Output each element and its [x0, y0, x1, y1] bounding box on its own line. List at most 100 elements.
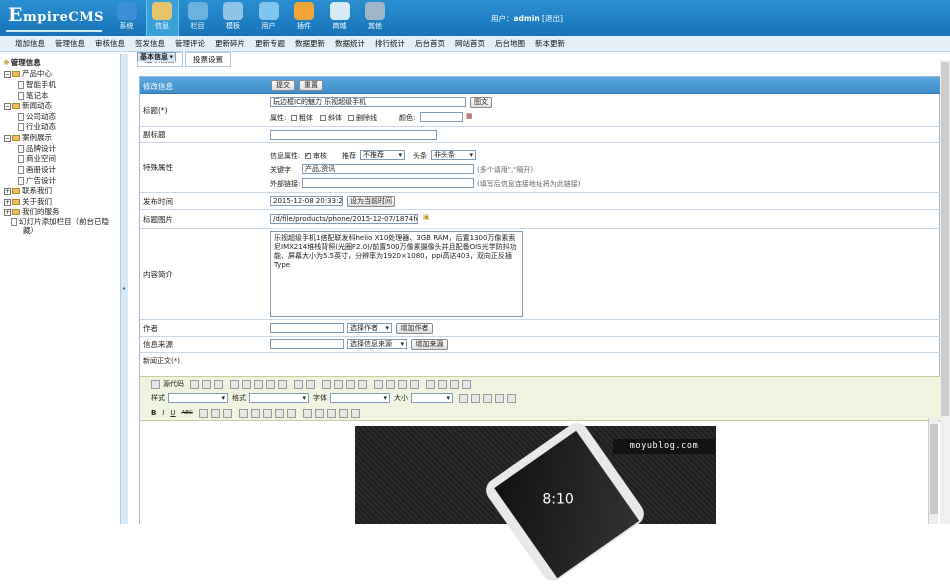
preview-icon[interactable]: [214, 379, 223, 389]
collapse-icon[interactable]: −: [4, 134, 11, 142]
copy-icon[interactable]: [242, 379, 251, 389]
underline-button[interactable]: U: [170, 409, 175, 417]
special-char-icon[interactable]: [338, 408, 348, 418]
paste-icon[interactable]: [254, 379, 263, 389]
add-author-button[interactable]: 增加作者: [396, 323, 433, 334]
choose-image-icon[interactable]: ▣: [423, 213, 430, 221]
expand-icon[interactable]: +: [4, 198, 11, 206]
tree-root[interactable]: ❖管理信息: [3, 58, 41, 68]
nav-folder[interactable]: 栏目: [181, 0, 214, 36]
outlink-input[interactable]: [302, 178, 474, 188]
paste-word-icon[interactable]: [278, 379, 287, 389]
style-select[interactable]: [168, 393, 228, 403]
collapse-icon[interactable]: −: [4, 102, 11, 110]
anchor-icon[interactable]: [222, 408, 232, 418]
select-all-icon[interactable]: [346, 379, 355, 389]
table-icon[interactable]: [302, 408, 312, 418]
expand-icon[interactable]: +: [4, 208, 11, 216]
smiley-icon[interactable]: [326, 408, 336, 418]
remove-format-icon[interactable]: [358, 379, 367, 389]
subnav-item[interactable]: 网站首页: [455, 36, 485, 51]
tree-folder[interactable]: + 我们的服务: [4, 207, 60, 217]
tree-leaf[interactable]: 智能手机: [18, 80, 56, 90]
align-center-icon[interactable]: [386, 379, 395, 389]
color-input[interactable]: [420, 112, 463, 122]
image-icon[interactable]: [238, 408, 248, 418]
subtitle-input[interactable]: [270, 130, 437, 140]
size-select[interactable]: [411, 393, 453, 403]
check-checkbox[interactable]: [305, 151, 311, 159]
collapse-arrow-icon[interactable]: ◂: [122, 285, 125, 292]
nav-shop[interactable]: 商城: [323, 0, 356, 36]
align-justify-icon[interactable]: [410, 379, 419, 389]
save-icon[interactable]: [190, 379, 199, 389]
sidebar-splitter[interactable]: ◂: [120, 54, 128, 524]
color-picker-icon[interactable]: ▦: [466, 112, 473, 120]
headline-select[interactable]: 非头条: [431, 150, 476, 160]
tree-leaf[interactable]: 品牌设计: [18, 144, 56, 154]
replace-icon[interactable]: [334, 379, 343, 389]
source-code-button[interactable]: 源代码: [163, 379, 184, 389]
author-input[interactable]: [270, 323, 344, 333]
link-icon[interactable]: [198, 408, 208, 418]
strike-button[interactable]: ABC: [182, 410, 193, 416]
font-select[interactable]: [330, 393, 390, 403]
source-select[interactable]: 选择信息来源: [347, 339, 407, 349]
tree-leaf[interactable]: 笔记本: [18, 91, 49, 101]
tree-folder[interactable]: − 新闻动态: [4, 101, 52, 111]
align-right-icon[interactable]: [398, 379, 407, 389]
new-page-icon[interactable]: [202, 379, 211, 389]
nav-template[interactable]: 模板: [217, 0, 250, 36]
page-scrollbar[interactable]: [940, 60, 950, 524]
subnav-item[interactable]: 管理评论: [175, 36, 205, 51]
subnav-item[interactable]: 更新专题: [255, 36, 285, 51]
editor-content[interactable]: 8:10 moyublog.com: [140, 418, 941, 586]
tab-basic-info[interactable]: 基本信息: [137, 52, 176, 62]
source-input[interactable]: [270, 339, 344, 349]
tree-leaf[interactable]: 商业空间: [18, 154, 56, 164]
subnav-item[interactable]: 数据统计: [335, 36, 365, 51]
subnav-item[interactable]: 审核信息: [95, 36, 125, 51]
set-current-time-button[interactable]: 设为当前时间: [347, 196, 395, 207]
find-icon[interactable]: [322, 379, 331, 389]
recommend-select[interactable]: 不推荐: [360, 150, 405, 160]
superscript-icon[interactable]: [507, 393, 516, 403]
expand-icon[interactable]: +: [4, 187, 11, 195]
tree-leaf[interactable]: 广告设计: [18, 176, 56, 186]
media-icon[interactable]: [262, 408, 272, 418]
hr-icon[interactable]: [314, 408, 324, 418]
tree-leaf[interactable]: 画册设计: [18, 165, 56, 175]
format-select[interactable]: [249, 393, 309, 403]
title-pic-button[interactable]: 图文: [470, 97, 492, 108]
nav-gear[interactable]: 其他: [359, 0, 392, 36]
subnav-item[interactable]: 后台首页: [415, 36, 445, 51]
unordered-list-icon[interactable]: [462, 379, 471, 389]
reset-button[interactable]: 重置: [299, 80, 323, 91]
bg-color-icon[interactable]: [471, 393, 480, 403]
tree-leaf[interactable]: 公司动态: [18, 112, 56, 122]
nav-plugin[interactable]: 插件: [288, 0, 321, 36]
subnav-item[interactable]: 增加信息: [15, 36, 45, 51]
music-icon[interactable]: [286, 408, 296, 418]
collapse-icon[interactable]: −: [4, 70, 11, 78]
add-source-button[interactable]: 增加来源: [411, 339, 448, 350]
submit-button[interactable]: 提交: [271, 80, 295, 91]
tree-folder[interactable]: + 关于我们: [4, 197, 52, 207]
editor-scrollbar[interactable]: [928, 418, 938, 524]
subnav-item[interactable]: 排行统计: [375, 36, 405, 51]
tree-folder[interactable]: − 案例展示: [4, 133, 52, 143]
italic-button[interactable]: I: [162, 409, 164, 417]
bold-button[interactable]: B: [151, 409, 156, 417]
publish-time-input[interactable]: 2015-12-08 20:33:22: [270, 196, 343, 206]
italic-checkbox[interactable]: [320, 115, 326, 121]
paste-text-icon[interactable]: [266, 379, 275, 389]
file-icon[interactable]: [274, 408, 284, 418]
subscript-icon[interactable]: [495, 393, 504, 403]
tree-leaf[interactable]: 藏）: [23, 226, 38, 236]
intro-textarea[interactable]: 乐视超级手机1搭配联发科helio X10处理器、3GB RAM，后置1300万…: [270, 231, 523, 317]
subnav-item[interactable]: 数据更新: [295, 36, 325, 51]
subnav-item[interactable]: 管理信息: [55, 36, 85, 51]
keyword-input[interactable]: 产品,资讯: [302, 164, 474, 174]
ordered-list-icon[interactable]: [450, 379, 459, 389]
subnav-item[interactable]: 更新碎片: [215, 36, 245, 51]
